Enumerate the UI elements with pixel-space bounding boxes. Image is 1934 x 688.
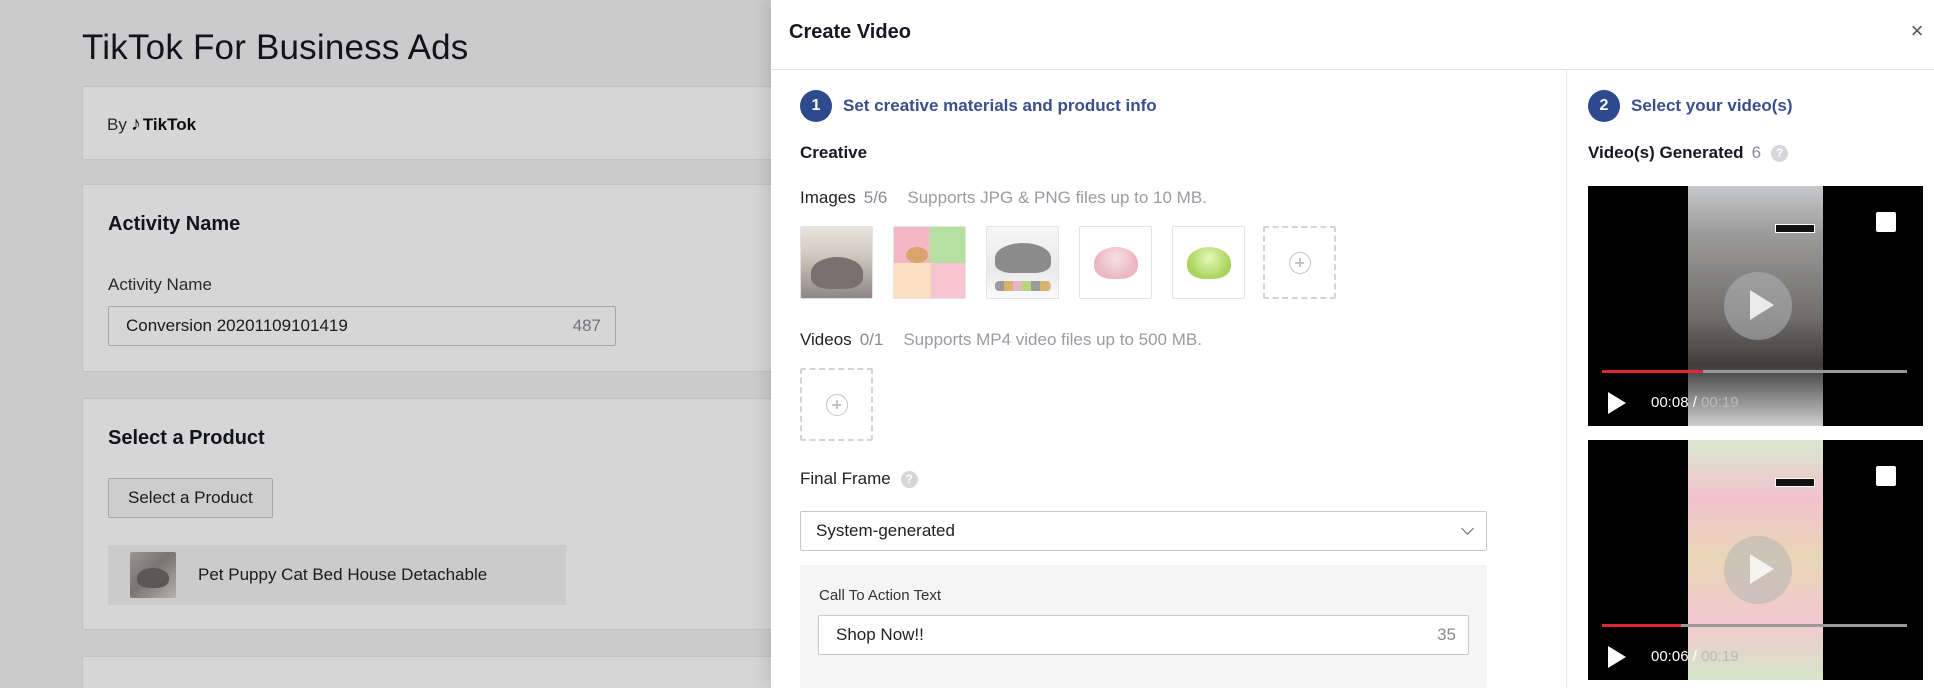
video-overlay-tag	[1775, 224, 1815, 233]
video-select-checkbox[interactable]	[1876, 466, 1896, 486]
image-thumbnail[interactable]	[986, 226, 1059, 299]
images-row-label: Images 5/6 Supports JPG & PNG files up t…	[800, 188, 1207, 208]
video-card[interactable]: 00:06 / 00:19	[1588, 440, 1923, 680]
cta-section: Call To Action Text Shop Now!! 35	[800, 565, 1487, 688]
video-time-separator: /	[1688, 394, 1702, 411]
help-icon[interactable]: ?	[900, 470, 918, 488]
step-1: 1 Set creative materials and product inf…	[800, 90, 1157, 122]
play-icon[interactable]	[1608, 646, 1626, 668]
video-progress-bar[interactable]	[1602, 624, 1907, 627]
videos-hint: Supports MP4 video files up to 500 MB.	[903, 330, 1202, 349]
images-label: Images	[800, 188, 856, 207]
image-thumbnail[interactable]	[893, 226, 966, 299]
video-card[interactable]: 00:08 / 00:19	[1588, 186, 1923, 426]
image-thumbnail[interactable]	[1079, 226, 1152, 299]
final-frame-select[interactable]: System-generated	[800, 511, 1487, 551]
images-count: 5/6	[863, 188, 888, 207]
add-circle-icon	[1288, 251, 1311, 274]
add-circle-icon	[825, 393, 848, 416]
video-time-separator: /	[1688, 648, 1702, 665]
final-frame-row-label: Final Frame ?	[800, 469, 918, 489]
image-upload-button[interactable]	[1263, 226, 1336, 299]
video-progress-fill	[1602, 624, 1682, 627]
video-current-time: 00:08	[1651, 394, 1689, 411]
creative-heading: Creative	[800, 143, 868, 162]
videos-count: 0/1	[859, 330, 884, 349]
close-icon[interactable]: ×	[1906, 18, 1928, 44]
image-thumbnail[interactable]	[800, 226, 873, 299]
video-overlay-tag	[1775, 478, 1815, 487]
step-2-number: 2	[1588, 90, 1620, 122]
cta-count: 35	[1437, 625, 1456, 644]
cta-text-input[interactable]: Shop Now!! 35	[818, 615, 1469, 655]
video-progress-fill	[1602, 370, 1703, 373]
videos-row-label: Videos 0/1 Supports MP4 video files up t…	[800, 330, 1202, 350]
step-1-label: Set creative materials and product info	[843, 96, 1157, 115]
modal-header: Create Video ×	[771, 0, 1934, 70]
videos-label: Videos	[800, 330, 852, 349]
modal-title: Create Video	[789, 21, 911, 43]
chevron-down-icon	[1461, 522, 1474, 535]
cta-value: Shop Now!!	[836, 625, 924, 644]
image-thumbnail[interactable]	[1172, 226, 1245, 299]
generated-row-label: Video(s) Generated 6 ?	[1588, 143, 1789, 163]
final-frame-selected: System-generated	[816, 521, 955, 540]
final-frame-label: Final Frame	[800, 469, 891, 488]
step-1-number: 1	[800, 90, 832, 122]
help-icon[interactable]: ?	[1771, 144, 1789, 162]
play-overlay-icon[interactable]	[1724, 536, 1792, 604]
video-time: 00:06 / 00:19	[1651, 648, 1739, 665]
step-2: 2 Select your video(s)	[1588, 90, 1793, 122]
cta-label: Call To Action Text	[819, 587, 942, 604]
video-select-checkbox[interactable]	[1876, 212, 1896, 232]
image-thumbnails	[800, 226, 1245, 299]
video-progress-bar[interactable]	[1602, 370, 1907, 373]
generated-label: Video(s) Generated	[1588, 143, 1744, 162]
video-total-time: 00:19	[1701, 648, 1739, 665]
play-icon[interactable]	[1608, 392, 1626, 414]
video-time: 00:08 / 00:19	[1651, 394, 1739, 411]
creative-settings-panel: 1 Set creative materials and product inf…	[771, 71, 1567, 688]
create-video-modal: Create Video × 1 Set creative materials …	[771, 0, 1934, 688]
video-current-time: 00:06	[1651, 648, 1689, 665]
images-hint: Supports JPG & PNG files up to 10 MB.	[907, 188, 1207, 207]
step-2-label: Select your video(s)	[1631, 96, 1793, 115]
video-selection-panel: 2 Select your video(s) Video(s) Generate…	[1568, 71, 1934, 688]
generated-count: 6	[1751, 143, 1762, 162]
video-total-time: 00:19	[1701, 394, 1739, 411]
video-upload-button[interactable]	[800, 368, 873, 441]
play-overlay-icon[interactable]	[1724, 272, 1792, 340]
